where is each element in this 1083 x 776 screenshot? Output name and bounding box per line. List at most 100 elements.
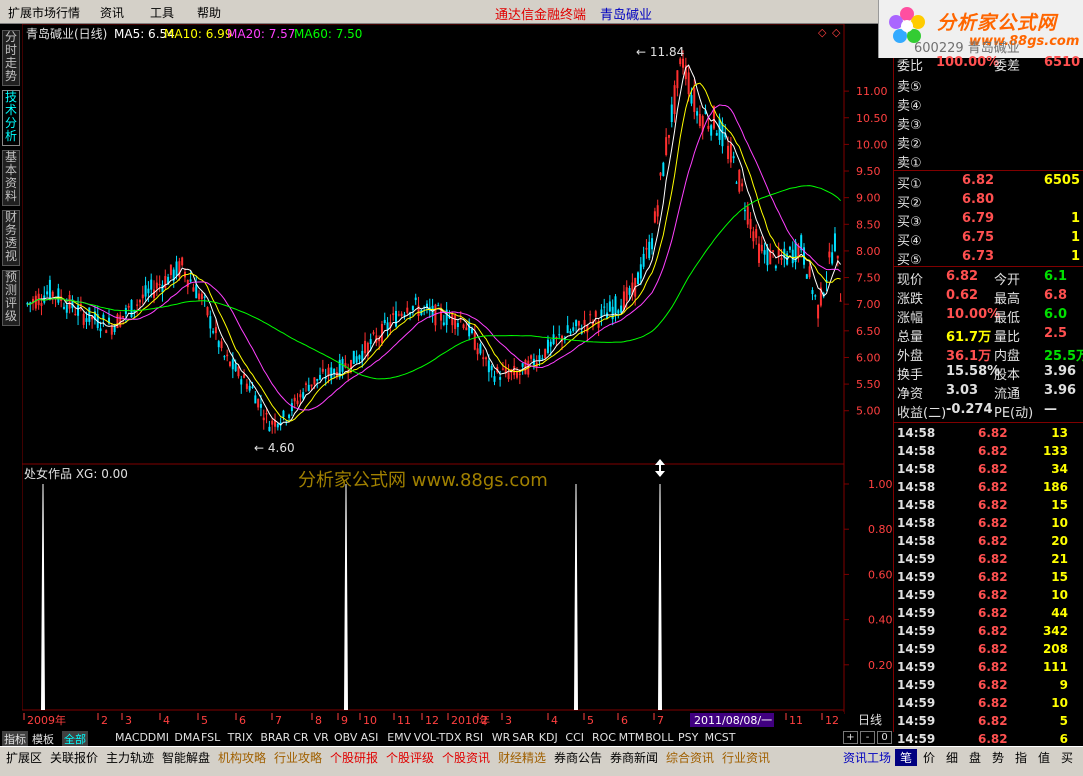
- candle-body: [259, 404, 262, 408]
- candle-body: [462, 324, 465, 329]
- candle-body: [625, 287, 628, 301]
- indicator-tab[interactable]: MCST: [705, 731, 736, 744]
- quote-view-button[interactable]: 值: [1033, 749, 1055, 766]
- statusbar-link[interactable]: 券商新闻: [610, 749, 658, 766]
- indicator-tab[interactable]: BRAR: [260, 731, 290, 744]
- candle-body: [282, 410, 285, 417]
- indicator-tab[interactable]: KDJ: [539, 731, 558, 744]
- indicator-tab[interactable]: OBV: [334, 731, 357, 744]
- statusbar-link[interactable]: 个股评级: [386, 749, 434, 766]
- watermark-text: 分析家公式网 www.88gs.com: [298, 470, 548, 491]
- menu-item-tools[interactable]: 工具: [150, 4, 174, 21]
- time-label: 11: [397, 714, 411, 727]
- statusbar-link[interactable]: 券商公告: [554, 749, 602, 766]
- indicator-mode-tab[interactable]: 模板: [32, 731, 54, 747]
- menu-item-market[interactable]: 扩展市场行情: [8, 4, 80, 21]
- trade-tick-row: 14:58 6.82 10: [897, 516, 1068, 530]
- chart-close-icon[interactable]: ◇: [832, 26, 841, 39]
- menu-item-news[interactable]: 资讯: [100, 4, 124, 21]
- indicator-control-button[interactable]: 0: [877, 731, 892, 744]
- tab-financials[interactable]: 财务透视: [2, 210, 20, 266]
- stat-row: 换手 15.58% 股本 3.96: [897, 364, 1077, 383]
- quote-view-button[interactable]: 指: [1010, 749, 1032, 766]
- chart-area[interactable]: 青岛碱业(日线) MA5: 6.54 MA10: 6.99 MA20: 7.57…: [22, 24, 893, 732]
- statusbar-link[interactable]: 行业资讯: [722, 749, 770, 766]
- period-label[interactable]: 日线: [858, 713, 882, 727]
- candle-body: [414, 297, 417, 301]
- candle-body: [833, 233, 836, 252]
- indicator-tab[interactable]: ROC: [592, 731, 616, 744]
- indicator-tab[interactable]: PSY: [678, 731, 698, 744]
- indicator-tab[interactable]: VR: [314, 731, 329, 744]
- indicator-tab[interactable]: WR: [492, 731, 511, 744]
- indicator-tab[interactable]: FSL: [201, 731, 220, 744]
- kline-chart[interactable]: 青岛碱业(日线) MA5: 6.54 MA10: 6.99 MA20: 7.57…: [22, 24, 893, 732]
- indicator-control-button[interactable]: -: [860, 731, 875, 744]
- candle-body: [516, 371, 519, 378]
- resize-vertical-icon[interactable]: [655, 459, 665, 477]
- tab-intraday[interactable]: 分时走势: [2, 30, 20, 86]
- indicator-tab[interactable]: SAR: [512, 731, 534, 744]
- trade-tick-row: 14:59 6.82 5: [897, 714, 1068, 728]
- candle-body: [670, 104, 673, 123]
- quote-view-button[interactable]: 势: [987, 749, 1009, 766]
- tab-fundamentals[interactable]: 基本资料: [2, 150, 20, 206]
- statusbar-link[interactable]: 扩展区: [6, 749, 42, 766]
- candle-body: [755, 229, 758, 238]
- stats-divider: [894, 266, 1083, 267]
- trade-tick-row: 14:59 6.82 10: [897, 588, 1068, 602]
- tab-technical[interactable]: 技术分析: [2, 90, 20, 146]
- indicator-control-button[interactable]: +: [843, 731, 858, 744]
- candle-body: [667, 134, 670, 138]
- statusbar-link[interactable]: 财经精选: [498, 749, 546, 766]
- price-tick-label: 11.00: [856, 85, 888, 98]
- menu-item-help[interactable]: 帮助: [197, 4, 221, 21]
- stat-row: 总量 61.7万 量比 2.5: [897, 326, 1068, 345]
- statusbar-info-workshop[interactable]: 资讯工场: [843, 749, 891, 766]
- left-tab-strip: 分时走势 技术分析 基本资料 财务透视 预测评级: [0, 24, 22, 732]
- statusbar-link[interactable]: 个股研报: [330, 749, 378, 766]
- candle-body: [639, 264, 642, 279]
- indicator-tab[interactable]: VOL-TDX: [414, 731, 462, 744]
- candle-body: [721, 122, 724, 147]
- statusbar-link[interactable]: 机构攻略: [218, 749, 266, 766]
- indicator-tab[interactable]: MACD: [115, 731, 148, 744]
- statusbar-link[interactable]: 关联报价: [50, 749, 98, 766]
- candle-body: [383, 319, 386, 324]
- indicator-tab[interactable]: EMV: [387, 731, 411, 744]
- candle-body: [330, 367, 333, 379]
- indicator-tab[interactable]: TRIX: [228, 731, 253, 744]
- time-label: 7: [275, 714, 282, 727]
- candle-body: [600, 309, 603, 317]
- indicator-mode-tab[interactable]: 指标: [2, 731, 28, 747]
- indicator-tab[interactable]: BOLL: [645, 731, 673, 744]
- indicator-tab[interactable]: DMA: [174, 731, 200, 744]
- candle-body: [760, 244, 763, 252]
- indicator-mode-tab[interactable]: 全部: [62, 731, 88, 747]
- statusbar-link[interactable]: 行业攻略: [274, 749, 322, 766]
- candle-body: [302, 392, 305, 399]
- indicator-tab[interactable]: RSI: [465, 731, 483, 744]
- indicator-tab[interactable]: CCI: [565, 731, 584, 744]
- indicator-tab[interactable]: DMI: [148, 731, 169, 744]
- indicator-tab[interactable]: MTM: [619, 731, 645, 744]
- stat-row: 收益(二) -0.274 PE(动) —: [897, 402, 1057, 421]
- quote-view-button[interactable]: 价: [918, 749, 940, 766]
- quote-view-button[interactable]: 盘: [964, 749, 986, 766]
- indicator-tab[interactable]: CR: [293, 731, 308, 744]
- indicator-tab[interactable]: ASI: [361, 731, 379, 744]
- chart-options-icon[interactable]: ◇: [818, 26, 827, 39]
- statusbar-link[interactable]: 主力轨迹: [106, 749, 154, 766]
- candle-body: [476, 348, 479, 355]
- quote-view-button[interactable]: 买: [1056, 749, 1078, 766]
- statusbar-link[interactable]: 个股资讯: [442, 749, 490, 766]
- quote-view-button[interactable]: 细: [941, 749, 963, 766]
- tab-forecast[interactable]: 预测评级: [2, 270, 20, 326]
- trade-tick-row: 14:59 6.82 15: [897, 570, 1068, 584]
- statusbar-link[interactable]: 智能解盘: [162, 749, 210, 766]
- candle-body: [200, 293, 203, 300]
- quote-view-button[interactable]: 笔: [895, 749, 917, 766]
- candle-body: [648, 241, 651, 259]
- statusbar-link[interactable]: 综合资讯: [666, 749, 714, 766]
- candle-body: [352, 350, 355, 364]
